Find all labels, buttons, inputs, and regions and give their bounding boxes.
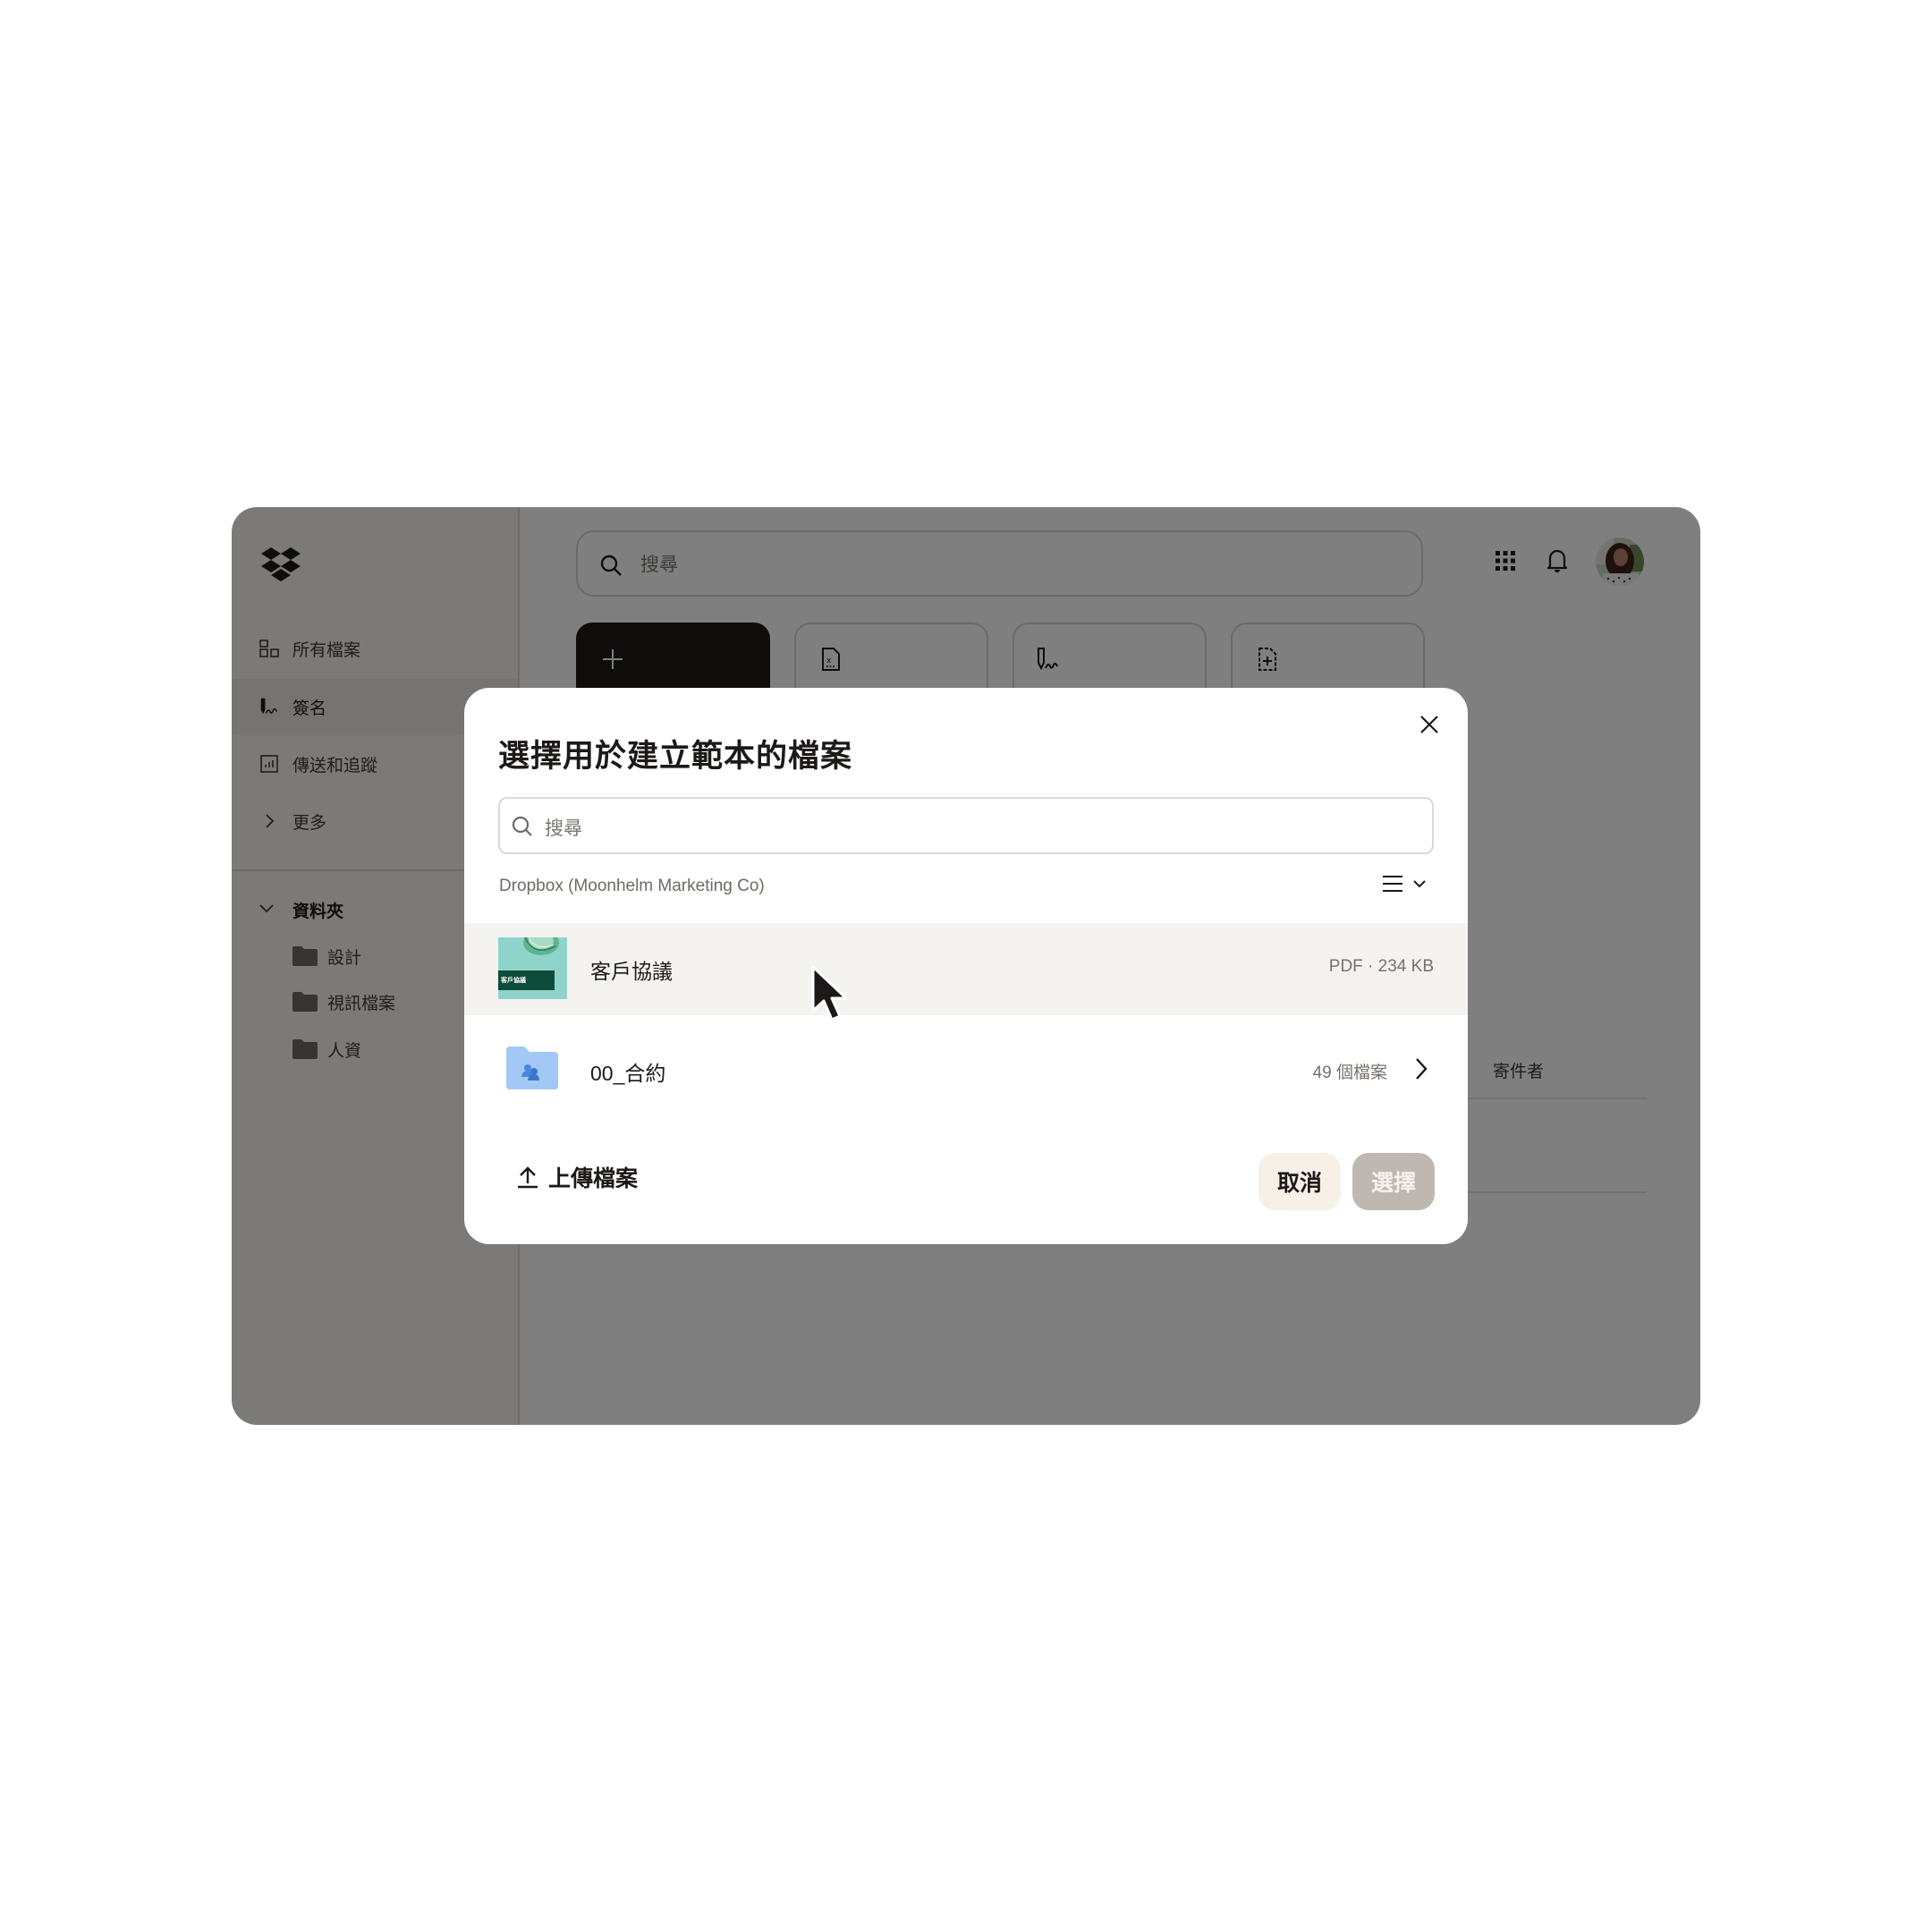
file-picker-dialog: 選擇用於建立範本的檔案 搜尋 Dropbox (Moonhelm Marketi… (464, 688, 1468, 1244)
chevron-down-icon (1413, 880, 1426, 888)
dialog-search-input[interactable]: 搜尋 (498, 797, 1434, 854)
upload-icon (518, 1166, 538, 1189)
folder-file-count: 49 個檔案 (1312, 1063, 1387, 1082)
file-name: 客戶協議 (590, 960, 673, 983)
file-meta: PDF · 234 KB (1328, 957, 1434, 976)
thumbnail-label: 客戶協議 (501, 978, 526, 984)
select-button[interactable]: 選擇 (1352, 1153, 1435, 1210)
list-view-icon (1383, 876, 1402, 892)
view-options-button[interactable] (1382, 874, 1427, 894)
close-icon (1420, 716, 1438, 733)
cancel-button[interactable]: 取消 (1258, 1153, 1341, 1210)
dialog-title: 選擇用於建立範本的檔案 (498, 739, 853, 774)
folder-list-item[interactable]: 00_合約 49 個檔案 (464, 1025, 1468, 1117)
shared-folder-icon (506, 1046, 558, 1094)
close-button[interactable] (1412, 708, 1446, 741)
mouse-cursor-icon (811, 965, 848, 1021)
upload-label: 上傳檔案 (548, 1166, 639, 1191)
search-placeholder: 搜尋 (545, 818, 582, 839)
thumbnail-band: 客戶協議 (498, 970, 555, 990)
upload-file-button[interactable]: 上傳檔案 (516, 1161, 638, 1193)
chevron-right-icon[interactable] (1415, 1057, 1428, 1085)
file-list-item[interactable]: 客戶協議 客戶協議 PDF · 234 KB (464, 923, 1468, 1015)
search-icon (511, 815, 534, 843)
folder-name: 00_合約 (590, 1062, 666, 1085)
pdf-thumbnail: 客戶協議 (498, 937, 567, 999)
breadcrumb[interactable]: Dropbox (Moonhelm Marketing Co) (499, 877, 765, 896)
